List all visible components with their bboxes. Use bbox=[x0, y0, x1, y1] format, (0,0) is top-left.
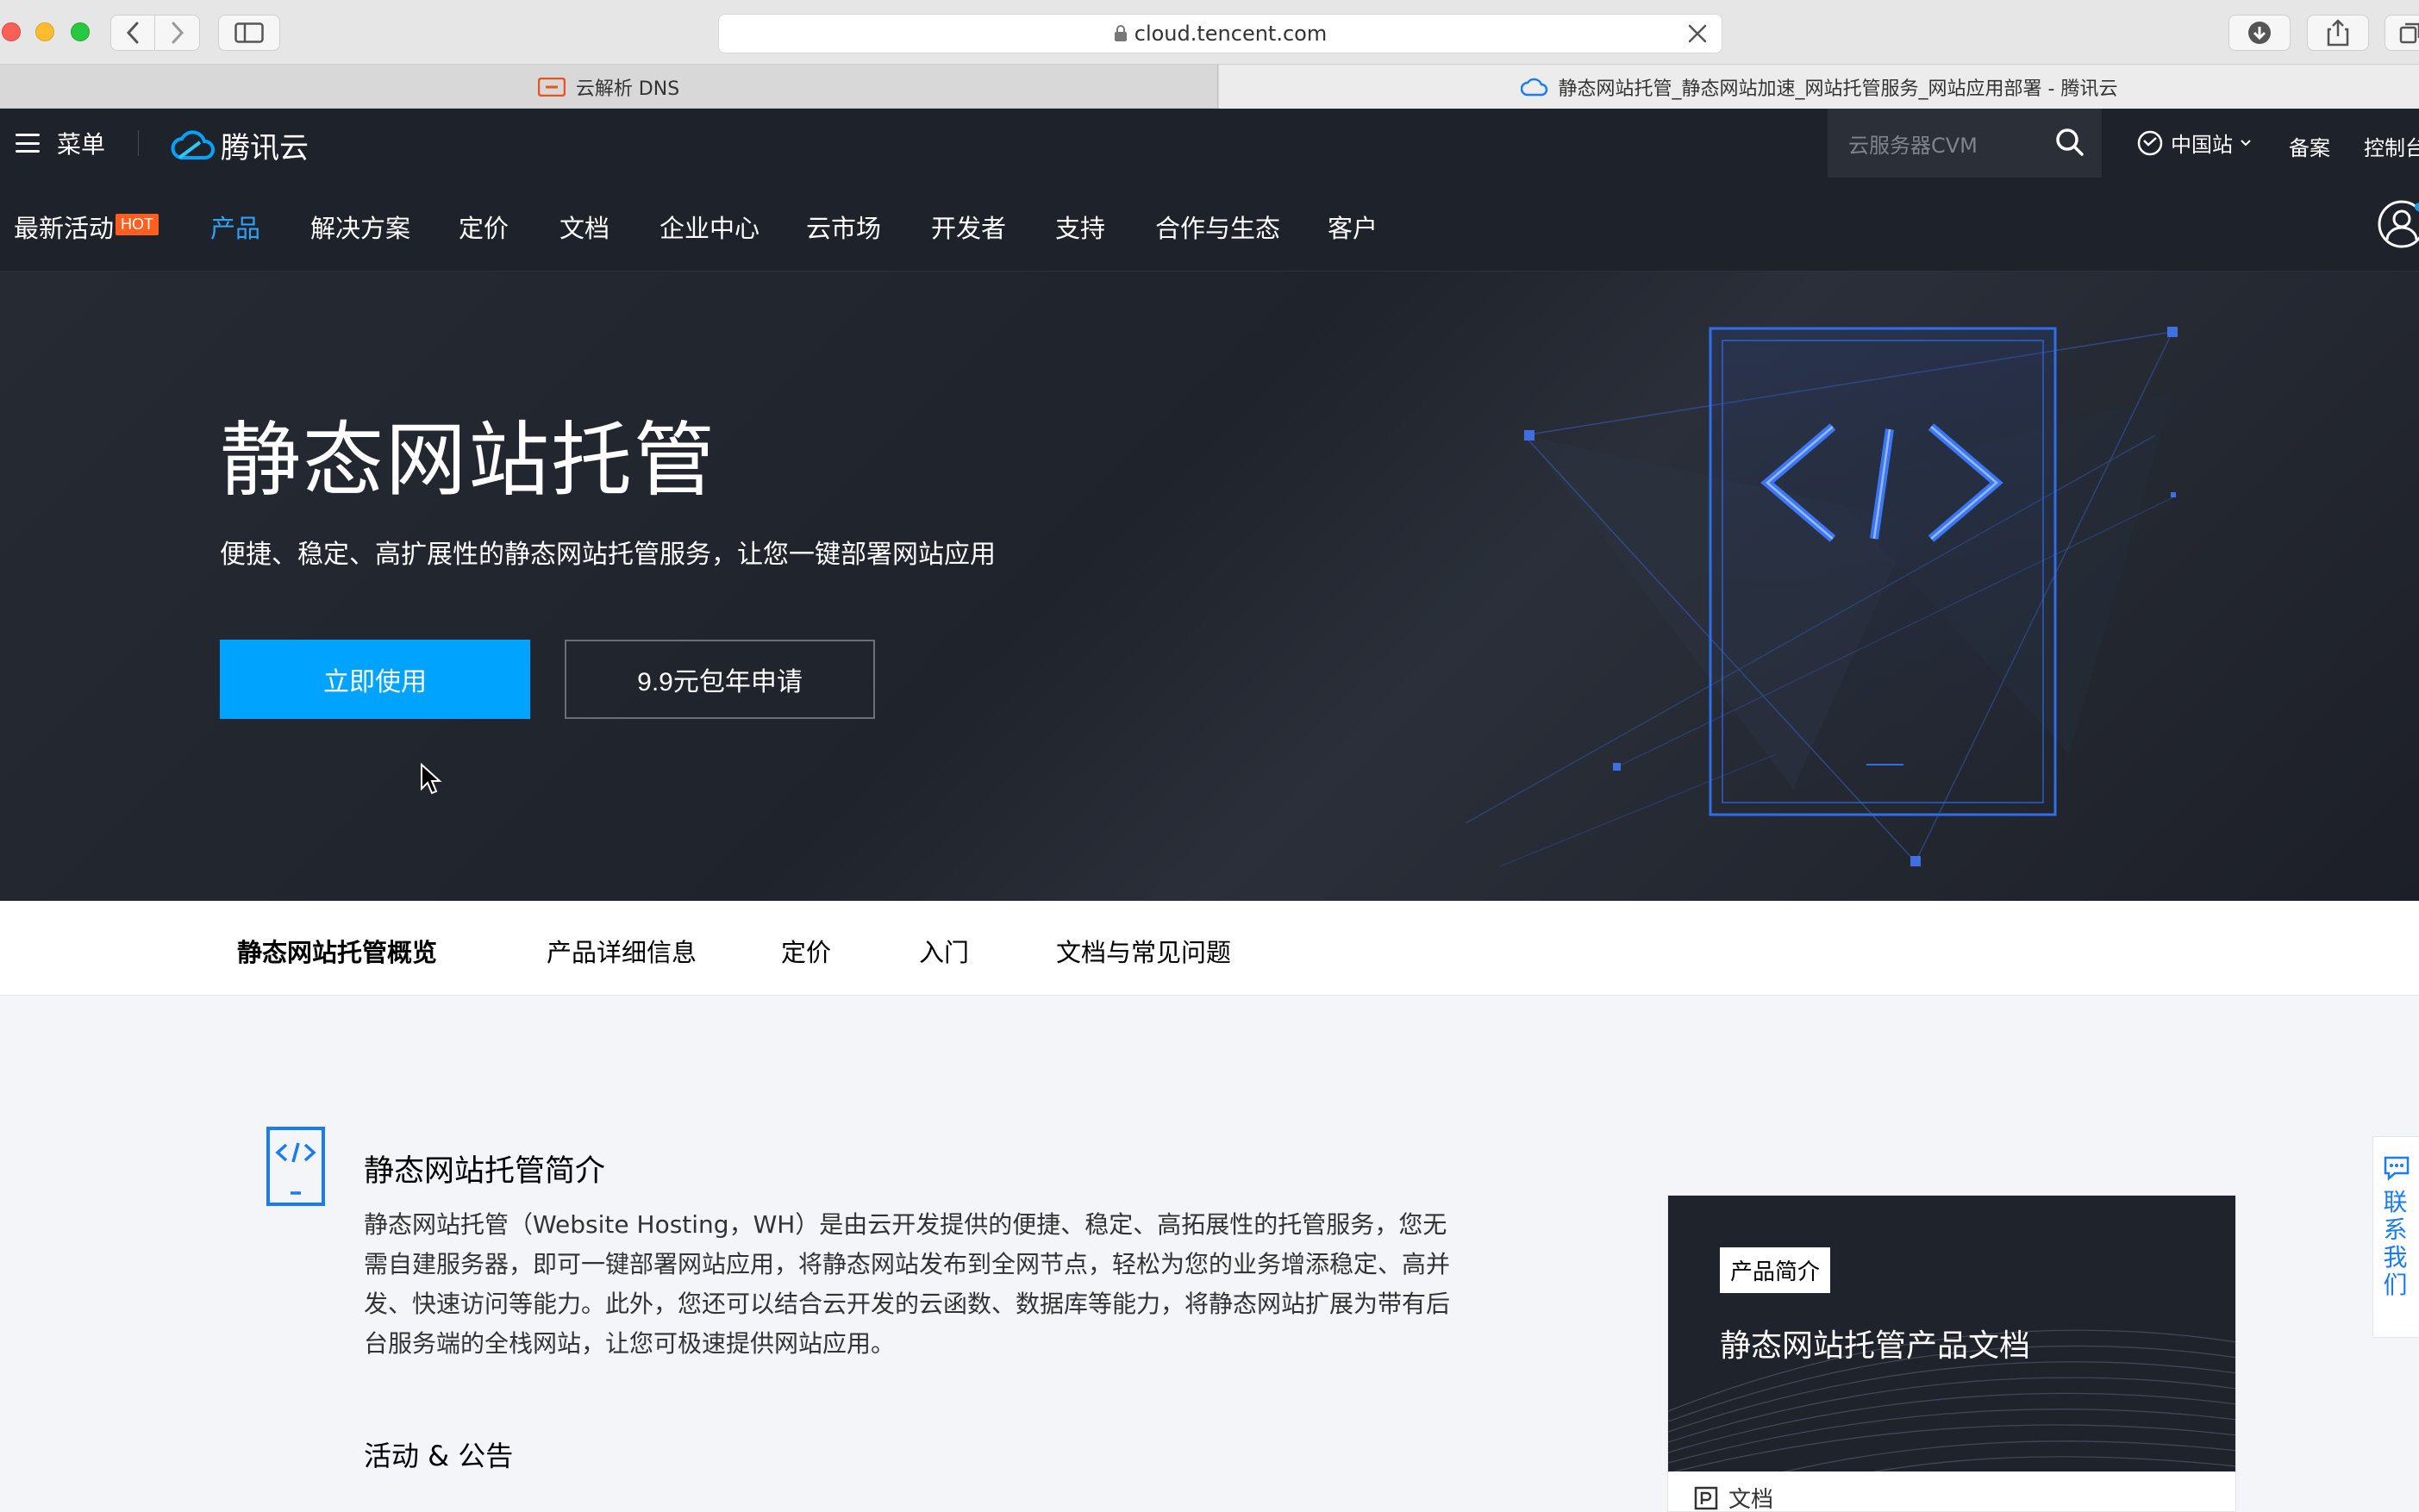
nav-item-partners[interactable]: 合作与生态 bbox=[1155, 209, 1280, 245]
page-subtitle: 便捷、稳定、高扩展性的静态网站托管服务，让您一键部署网站应用 bbox=[220, 540, 996, 570]
chevron-down-icon bbox=[2241, 139, 2251, 146]
user-avatar-icon[interactable] bbox=[2376, 198, 2419, 250]
divider bbox=[138, 130, 139, 156]
globe-icon bbox=[2137, 130, 2163, 155]
product-sub-nav: 静态网站托管概览 产品详细信息 定价 入门 文档与常见问题 bbox=[0, 901, 2419, 996]
menu-label: 菜单 bbox=[57, 130, 106, 159]
menu-button[interactable]: 菜单 bbox=[16, 128, 105, 159]
nav-item-marketplace[interactable]: 云市场 bbox=[806, 209, 881, 245]
site-top-bar: 菜单 腾讯云 云服务器CVM 中国站 备案 控制台 bbox=[0, 109, 2419, 178]
zoom-window-button[interactable] bbox=[71, 22, 90, 41]
doc-card-banner: 产品简介 静态网站托管产品文档 bbox=[1668, 1196, 2235, 1471]
lock-icon bbox=[1114, 25, 1127, 41]
tab-label: 静态网站托管_静态网站加速_网站托管服务_网站应用部署 - 腾讯云 bbox=[1558, 78, 2118, 100]
main-nav: 最新活动 HOT 产品 解决方案 定价 文档 企业中心 云市场 开发者 支持 合… bbox=[0, 178, 2419, 272]
close-window-button[interactable] bbox=[2, 22, 21, 41]
hot-badge: HOT bbox=[116, 214, 159, 235]
tab-overview[interactable]: 静态网站托管概览 bbox=[237, 933, 437, 969]
contact-us-float[interactable]: 联系我们 bbox=[2372, 1136, 2419, 1338]
nav-item-solutions[interactable]: 解决方案 bbox=[310, 209, 410, 245]
doc-footer-label: 文档 bbox=[1728, 1487, 1774, 1512]
use-now-button[interactable]: 立即使用 bbox=[220, 640, 530, 719]
address-bar[interactable]: cloud.tencent.com bbox=[718, 14, 1722, 53]
cloud-logo-icon bbox=[171, 129, 215, 159]
share-icon bbox=[2327, 19, 2349, 47]
back-button[interactable] bbox=[110, 15, 155, 51]
nav-item-pricing[interactable]: 定价 bbox=[459, 209, 509, 245]
tencent-dns-icon bbox=[537, 77, 566, 97]
minimize-window-button[interactable] bbox=[35, 22, 54, 41]
search-placeholder: 云服务器CVM bbox=[1848, 133, 1978, 158]
tab-overview-button[interactable] bbox=[2385, 15, 2419, 51]
tab-getting-started[interactable]: 入门 bbox=[919, 933, 969, 969]
share-button[interactable] bbox=[2307, 15, 2369, 51]
tab-details[interactable]: 产品详细信息 bbox=[547, 933, 697, 969]
sidebar-toggle-button[interactable] bbox=[218, 15, 280, 51]
search-input[interactable]: 云服务器CVM bbox=[1828, 109, 2102, 178]
tab-label: 云解析 DNS bbox=[575, 78, 680, 100]
tabs-icon bbox=[2399, 22, 2419, 44]
beian-link[interactable]: 备案 bbox=[2289, 131, 2330, 161]
nav-item-customers[interactable]: 客户 bbox=[1328, 209, 1378, 245]
mouse-cursor-icon bbox=[421, 763, 442, 795]
region-label: 中国站 bbox=[2171, 133, 2233, 157]
nav-item-products[interactable]: 产品 bbox=[210, 209, 260, 245]
tab-pricing[interactable]: 定价 bbox=[781, 933, 831, 969]
logo-text: 腾讯云 bbox=[221, 131, 309, 166]
nav-item-latest[interactable]: 最新活动 bbox=[14, 209, 114, 245]
document-icon bbox=[1694, 1486, 1718, 1509]
product-doc-card[interactable]: 产品简介 静态网站托管产品文档 文档 bbox=[1667, 1195, 2236, 1512]
doc-card-footer: 文档 bbox=[1694, 1482, 1774, 1512]
url-text: cloud.tencent.com bbox=[1134, 22, 1328, 46]
hero-banner: 静态网站托管 便捷、稳定、高扩展性的静态网站托管服务，让您一键部署网站应用 立即… bbox=[0, 272, 2419, 901]
tencent-cloud-icon bbox=[1520, 78, 1547, 96]
page-title: 静态网站托管 bbox=[220, 414, 717, 508]
tencent-cloud-logo[interactable]: 腾讯云 bbox=[171, 124, 309, 166]
chevron-left-icon bbox=[126, 22, 139, 44]
doc-card-title: 静态网站托管产品文档 bbox=[1720, 1328, 2031, 1364]
annual-plan-button[interactable]: 9.9元包年申请 bbox=[565, 640, 875, 719]
browser-tab-bar: 云解析 DNS 静态网站托管_静态网站加速_网站托管服务_网站应用部署 - 腾讯… bbox=[0, 65, 2419, 109]
tab-dns[interactable]: 云解析 DNS bbox=[0, 65, 1218, 109]
region-selector[interactable]: 中国站 bbox=[2136, 128, 2252, 158]
chevron-right-icon bbox=[172, 22, 184, 44]
close-icon[interactable] bbox=[1685, 22, 1710, 46]
nav-item-support[interactable]: 支持 bbox=[1055, 209, 1105, 245]
browser-titlebar: cloud.tencent.com bbox=[0, 0, 2419, 65]
hamburger-icon bbox=[16, 134, 40, 153]
doc-badge: 产品简介 bbox=[1720, 1247, 1831, 1293]
code-page-icon bbox=[266, 1127, 325, 1206]
intro-heading: 静态网站托管简介 bbox=[364, 1154, 606, 1189]
console-link[interactable]: 控制台 bbox=[2364, 131, 2419, 161]
search-icon[interactable] bbox=[2053, 126, 2086, 159]
contact-label: 联系我们 bbox=[2383, 1188, 2408, 1299]
code-illustration bbox=[1466, 327, 2178, 867]
tab-docs-faq[interactable]: 文档与常见问题 bbox=[1056, 933, 1231, 969]
intro-paragraph: 静态网站托管（Website Hosting，WH）是由云开发提供的便捷、稳定、… bbox=[364, 1210, 1451, 1358]
forward-button[interactable] bbox=[155, 15, 200, 51]
tab-static-hosting[interactable]: 静态网站托管_静态网站加速_网站托管服务_网站应用部署 - 腾讯云 bbox=[1219, 65, 2419, 109]
downloads-button[interactable] bbox=[2228, 15, 2291, 51]
activity-heading: 活动 & 公告 bbox=[364, 1440, 514, 1472]
chat-icon bbox=[2384, 1156, 2409, 1181]
download-icon bbox=[2248, 22, 2271, 44]
nav-item-developers[interactable]: 开发者 bbox=[931, 209, 1006, 245]
sidebar-icon bbox=[234, 22, 264, 43]
nav-item-enterprise[interactable]: 企业中心 bbox=[659, 209, 759, 245]
nav-item-docs[interactable]: 文档 bbox=[559, 209, 609, 245]
